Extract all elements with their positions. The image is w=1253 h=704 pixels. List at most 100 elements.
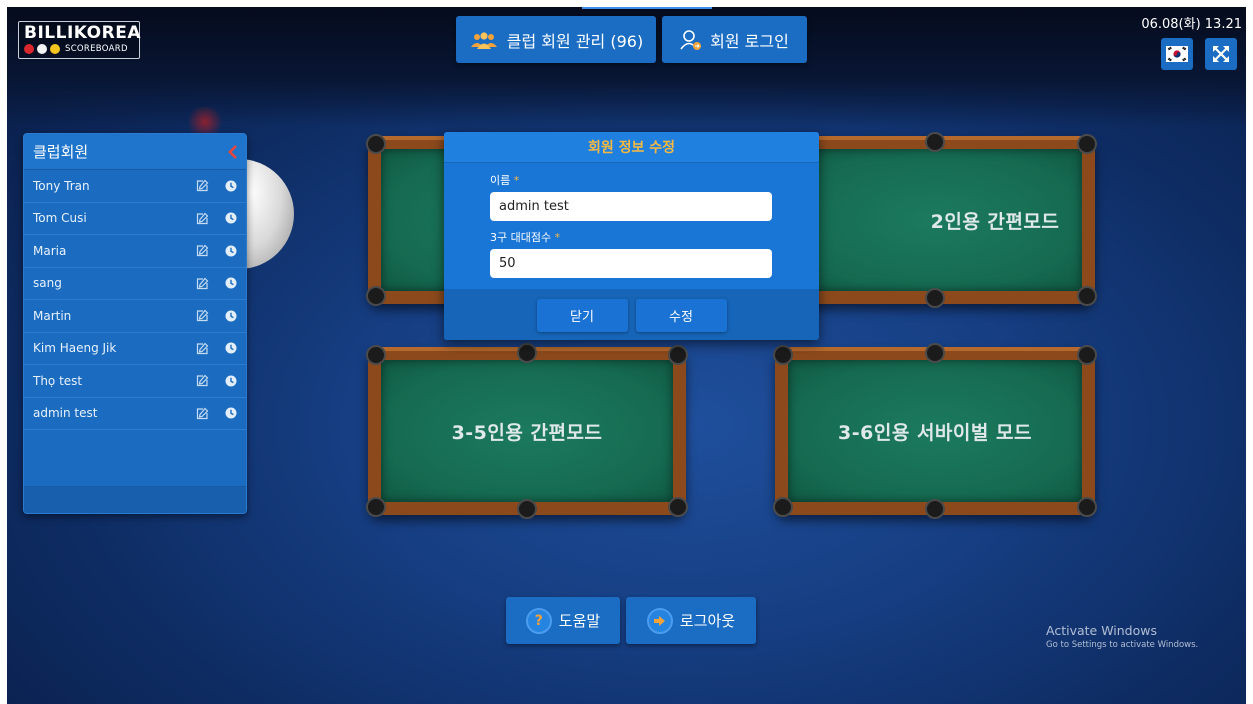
- pocket: [668, 497, 688, 517]
- member-name: Kim Haeng Jik: [33, 341, 117, 356]
- history-clock-icon[interactable]: [225, 245, 237, 257]
- screen: BILLIKOREA SCOREBOARD 클럽 회원 관리 (96) 회원 로…: [7, 7, 1246, 704]
- modal-title: 회원 정보 수정: [587, 140, 676, 156]
- member-list: Tony Tran Tom Cusi Maria sang Martin Kim Haen…: [24, 170, 246, 430]
- edit-icon[interactable]: [196, 407, 209, 420]
- member-row[interactable]: Tom Cusi: [24, 203, 246, 235]
- modal-header: 회원 정보 수정: [444, 132, 819, 163]
- logout-label: 로그아웃: [679, 612, 736, 630]
- help-button[interactable]: ? 도움말: [506, 597, 620, 644]
- table-label: 3-5인용 간편모드: [451, 421, 603, 444]
- history-clock-icon[interactable]: [225, 342, 237, 354]
- club-members-label: 클럽 회원 관리 (96): [506, 31, 644, 51]
- edit-icon[interactable]: [196, 342, 209, 355]
- modal-footer: 닫기 수정: [444, 289, 819, 340]
- history-clock-icon[interactable]: [225, 310, 237, 322]
- modal-body: 이름 * admin test 3구 대대점수 * 50: [444, 163, 819, 278]
- member-row[interactable]: Kim Haeng Jik: [24, 333, 246, 365]
- history-clock-icon[interactable]: [225, 212, 237, 224]
- collapse-chevron-icon[interactable]: [228, 144, 238, 159]
- table-felt: 3-5인용 간편모드: [381, 360, 673, 502]
- name-input[interactable]: admin test: [490, 192, 772, 221]
- pocket: [366, 345, 386, 365]
- member-login-label: 회원 로그인: [710, 31, 789, 51]
- datetime-display: 06.08(화) 13.21: [1141, 17, 1242, 32]
- table-label: 3-6인용 서바이벌 모드: [838, 421, 1032, 444]
- red-ball-icon: [24, 44, 34, 54]
- score-label: 3구 대대점수 *: [490, 231, 561, 244]
- required-mark: *: [513, 174, 520, 187]
- member-row[interactable]: Thọ test: [24, 365, 246, 398]
- top-accent-strip: [582, 7, 712, 9]
- table-felt: 3-6인용 서바이벌 모드: [788, 360, 1082, 502]
- score-input[interactable]: 50: [490, 249, 772, 278]
- pocket: [366, 497, 386, 517]
- member-name: admin test: [33, 406, 98, 421]
- history-clock-icon[interactable]: [225, 375, 237, 387]
- member-row[interactable]: sang: [24, 268, 246, 300]
- table-mode-3-6-survival[interactable]: 3-6인용 서바이벌 모드: [773, 343, 1097, 519]
- table-mode-3-5-player[interactable]: 3-5인용 간편모드: [366, 343, 688, 519]
- pocket: [925, 132, 945, 152]
- help-icon: ?: [525, 607, 552, 634]
- pocket: [366, 134, 386, 154]
- pocket: [925, 343, 945, 363]
- member-name: sang: [33, 276, 62, 291]
- name-label: 이름 *: [490, 174, 520, 187]
- edit-icon[interactable]: [196, 277, 209, 290]
- history-clock-icon[interactable]: [225, 407, 237, 419]
- edit-icon[interactable]: [196, 244, 209, 257]
- edit-icon[interactable]: [196, 179, 209, 192]
- pocket: [1077, 497, 1097, 517]
- logout-button[interactable]: 로그아웃: [626, 597, 756, 644]
- member-row[interactable]: Maria: [24, 235, 246, 268]
- activate-windows-watermark: Activate Windows Go to Settings to activ…: [1046, 623, 1198, 650]
- pocket: [773, 497, 793, 517]
- app-logo: BILLIKOREA SCOREBOARD: [18, 21, 141, 59]
- member-login-button[interactable]: 회원 로그인: [662, 16, 807, 63]
- users-icon: [470, 31, 497, 49]
- edit-icon[interactable]: [196, 374, 209, 387]
- pocket: [925, 288, 945, 308]
- white-ball-icon: [37, 44, 47, 54]
- member-name: Tony Tran: [33, 178, 90, 193]
- member-name: Maria: [33, 243, 67, 258]
- watermark-line-1: Activate Windows: [1046, 623, 1157, 638]
- member-name: Thọ test: [33, 373, 83, 388]
- pocket: [1077, 134, 1097, 154]
- pocket: [773, 345, 793, 365]
- fullscreen-button[interactable]: [1205, 38, 1237, 70]
- user-login-icon: [680, 29, 702, 50]
- language-button[interactable]: [1161, 38, 1193, 70]
- pocket: [517, 343, 537, 363]
- edit-member-modal: 회원 정보 수정 이름 * admin test 3구 대대점수 * 50 닫기…: [444, 132, 819, 340]
- edit-icon[interactable]: [196, 309, 209, 322]
- logout-icon: [646, 607, 673, 634]
- required-mark: *: [554, 231, 561, 244]
- member-row[interactable]: admin test: [24, 398, 246, 430]
- club-members-sidebar: 클럽회원 Tony Tran Tom Cusi Maria sang Martin Kim…: [23, 133, 247, 514]
- yellow-ball-icon: [50, 44, 60, 54]
- member-row[interactable]: Tony Tran: [24, 170, 246, 203]
- member-row[interactable]: Martin: [24, 300, 246, 333]
- history-clock-icon[interactable]: [225, 277, 237, 289]
- logo-subtitle: SCOREBOARD: [65, 44, 128, 54]
- sidebar-header: 클럽회원: [24, 134, 246, 170]
- pocket: [1077, 345, 1097, 365]
- sidebar-title: 클럽회원: [33, 143, 89, 161]
- save-button[interactable]: 수정: [635, 299, 727, 332]
- korea-flag-icon: [1166, 46, 1188, 62]
- club-members-button[interactable]: 클럽 회원 관리 (96): [456, 16, 656, 63]
- close-button[interactable]: 닫기: [536, 299, 628, 332]
- pocket: [668, 345, 688, 365]
- logo-title: BILLIKOREA: [24, 23, 141, 43]
- edit-icon[interactable]: [196, 212, 209, 225]
- table-mode-2-player[interactable]: 2인용 간편모드: [773, 132, 1097, 308]
- sidebar-footer: [24, 486, 246, 513]
- table-felt: 2인용 간편모드: [788, 149, 1082, 291]
- help-label: 도움말: [558, 612, 601, 630]
- watermark-line-2: Go to Settings to activate Windows.: [1046, 640, 1199, 650]
- pocket: [925, 499, 945, 519]
- history-clock-icon[interactable]: [225, 180, 237, 192]
- member-name: Martin: [33, 308, 72, 323]
